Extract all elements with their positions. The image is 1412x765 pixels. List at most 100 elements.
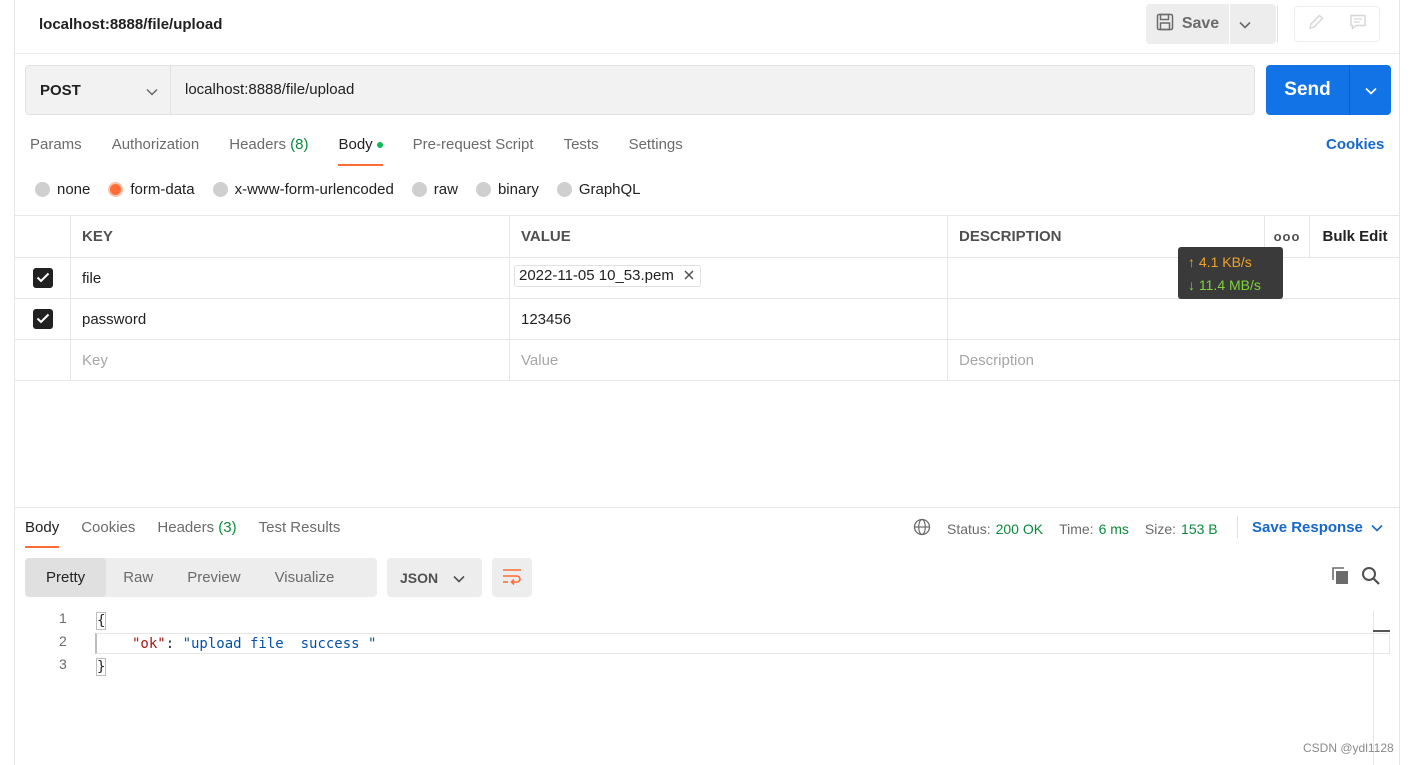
send-options-button[interactable] (1350, 65, 1391, 115)
value-cell[interactable]: 2022-11-05 10_53.pem (510, 258, 948, 298)
radio-label: GraphQL (578, 181, 641, 198)
key-cell[interactable]: file (71, 258, 510, 298)
postman-window: localhost:8888/file/upload Save POST loc… (14, 0, 1400, 765)
chevron-down-icon (453, 570, 465, 586)
response-tab-cookies[interactable]: Cookies (81, 519, 135, 548)
remove-file-icon[interactable] (684, 267, 694, 284)
tab-prerequest-script[interactable]: Pre-request Script (413, 136, 534, 166)
json-colon: : (165, 636, 183, 652)
key-cell[interactable]: password (71, 299, 510, 339)
save-label: Save (1181, 15, 1220, 32)
radio-graphql[interactable]: GraphQL (556, 181, 641, 198)
network-speed-overlay: ↑ 4.1 KB/s ↓ 11.4 MB/s (1178, 247, 1283, 299)
row-checkbox-cell (15, 340, 71, 380)
radio-binary[interactable]: binary (475, 181, 539, 198)
download-speed: ↓ 11.4 MB/s (1188, 277, 1261, 293)
response-tabs: Body Cookies Headers (3) Test Results (25, 519, 362, 548)
save-response-label: Save Response (1252, 519, 1363, 536)
radio-raw[interactable]: raw (411, 181, 458, 198)
view-raw[interactable]: Raw (106, 558, 170, 597)
tab-settings[interactable]: Settings (629, 136, 683, 166)
radio-circle (411, 182, 427, 197)
tab-headers-label: Headers (229, 136, 286, 153)
value-placeholder[interactable]: Value (510, 340, 948, 380)
tab-headers[interactable]: Headers (8) (229, 136, 308, 166)
response-tab-body[interactable]: Body (25, 519, 60, 548)
radio-form-data[interactable]: form-data (108, 181, 195, 198)
edit-comment-group (1294, 6, 1380, 42)
tab-body[interactable]: Body (338, 136, 383, 166)
radio-urlencoded[interactable]: x-www-form-urlencoded (212, 181, 394, 198)
response-meta: Status: 200 OK Time: 6 ms Size: 153 B (913, 518, 1234, 539)
radio-label: raw (433, 181, 458, 198)
tab-tests[interactable]: Tests (564, 136, 599, 166)
view-preview[interactable]: Preview (170, 558, 257, 597)
send-button-group: Send (1266, 65, 1391, 115)
response-headers-label: Headers (157, 519, 215, 536)
edit-button[interactable] (1295, 7, 1337, 41)
response-tab-test-results[interactable]: Test Results (259, 519, 341, 548)
radio-circle-selected (108, 182, 124, 197)
column-header-key: KEY (71, 216, 510, 257)
save-button-group: Save (1146, 4, 1276, 44)
search-icon[interactable] (1361, 566, 1381, 590)
description-placeholder[interactable]: Description (948, 340, 1400, 380)
status-value[interactable]: 200 OK (996, 521, 1043, 537)
save-options-button[interactable] (1230, 4, 1260, 44)
status-label: Status: (947, 520, 991, 537)
format-select[interactable]: JSON (387, 558, 482, 597)
url-input[interactable]: localhost:8888/file/upload (185, 81, 354, 98)
request-title[interactable]: localhost:8888/file/upload (39, 16, 222, 33)
bulk-edit-button[interactable]: Bulk Edit (1310, 216, 1400, 257)
floppy-disk-icon (1156, 13, 1174, 36)
key-placeholder[interactable]: Key (71, 340, 510, 380)
radio-none[interactable]: none (35, 181, 90, 198)
response-divider[interactable] (15, 507, 1399, 508)
radio-label: binary (497, 181, 539, 198)
close-brace: } (95, 658, 107, 676)
tab-authorization[interactable]: Authorization (112, 136, 200, 166)
table-row-empty: Key Value Description (15, 340, 1400, 381)
header-checkbox-cell (15, 216, 71, 257)
method-label: POST (40, 81, 81, 99)
radio-label: none (57, 181, 91, 198)
time-value[interactable]: 6 ms (1099, 521, 1129, 537)
save-button[interactable]: Save (1146, 4, 1230, 44)
description-cell[interactable] (948, 299, 1400, 339)
method-select[interactable]: POST (26, 66, 171, 114)
view-pretty[interactable]: Pretty (25, 558, 107, 597)
chevron-down-icon (146, 83, 158, 100)
size-value[interactable]: 153 B (1181, 521, 1218, 537)
chevron-down-icon (1239, 16, 1251, 33)
row-checkbox-cell (15, 299, 71, 339)
file-chip: 2022-11-05 10_53.pem (514, 265, 701, 287)
time-label: Time: (1059, 520, 1094, 537)
globe-icon[interactable] (913, 518, 931, 539)
copy-icon[interactable] (1331, 566, 1351, 590)
cookies-link[interactable]: Cookies (1326, 136, 1384, 153)
wrap-lines-button[interactable] (492, 558, 532, 597)
radio-circle (475, 182, 491, 197)
json-value: "upload file success " (182, 636, 377, 652)
request-header: localhost:8888/file/upload Save (15, 0, 1399, 54)
description-cell[interactable] (948, 258, 1400, 298)
row-checkbox-cell (15, 258, 71, 298)
comments-button[interactable] (1337, 7, 1379, 41)
view-visualize[interactable]: Visualize (258, 558, 352, 597)
value-cell[interactable]: 123456 (510, 299, 948, 339)
file-name: 2022-11-05 10_53.pem (519, 267, 674, 284)
row-checkbox[interactable] (32, 268, 53, 288)
header-divider (1277, 6, 1278, 42)
watermark: CSDN @ydl1128 (1303, 741, 1394, 755)
body-indicator-dot (376, 142, 383, 149)
format-label: JSON (400, 569, 439, 586)
response-tab-headers[interactable]: Headers (3) (157, 519, 236, 548)
row-checkbox[interactable] (32, 309, 53, 329)
tab-params[interactable]: Params (30, 136, 82, 166)
tab-body-label: Body (338, 136, 373, 153)
radio-circle (556, 182, 572, 197)
send-button[interactable]: Send (1266, 65, 1350, 115)
code-line: } (95, 656, 107, 678)
request-tabs: Params Authorization Headers (8) Body Pr… (30, 136, 713, 166)
save-response-button[interactable]: Save Response (1252, 519, 1383, 536)
